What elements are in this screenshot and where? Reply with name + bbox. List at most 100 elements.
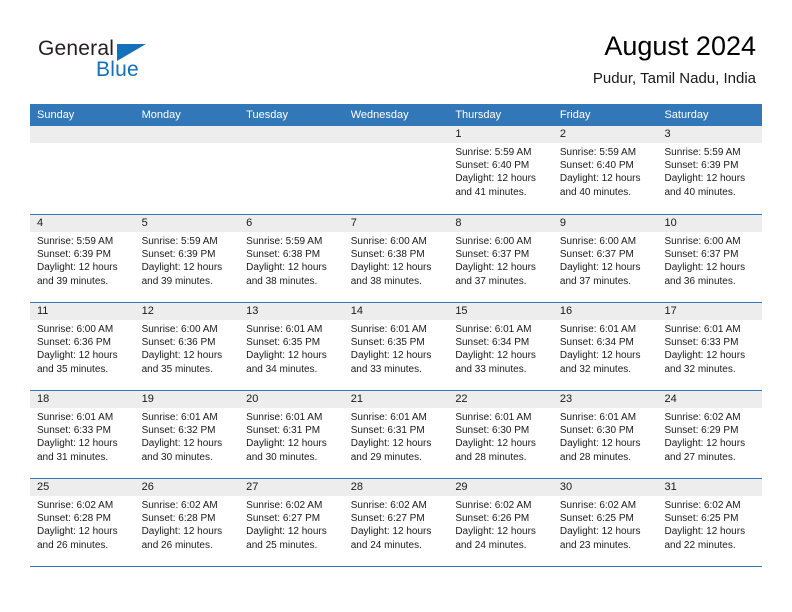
day-number: 22 [448,391,553,408]
day-sun-info: Sunrise: 6:02 AM Sunset: 6:28 PM Daylight:… [135,496,240,552]
sunset-text: Sunset: 6:32 PM [141,425,216,437]
calendar-day-cell[interactable]: 26 Sunrise: 6:02 AM Sunset: 6:28 PM Dayligh… [134,479,240,566]
daylight-text-line1: Daylight: 12 hours [664,262,746,274]
calendar-day-cell[interactable]: 24 Sunrise: 6:02 AM Sunset: 6:29 PM Dayligh… [657,391,763,478]
calendar-day-cell[interactable]: 1 Sunrise: 5:59 AM Sunset: 6:40 PM Daylight… [448,126,553,214]
calendar-day-cell[interactable]: 22 Sunrise: 6:01 AM Sunset: 6:30 PM Dayligh… [448,391,553,478]
daylight-text-line1: Daylight: 12 hours [246,526,327,538]
daylight-text-line1: Daylight: 12 hours [246,262,327,274]
day-sun-info: Sunrise: 6:01 AM Sunset: 6:31 PM Daylight:… [344,408,449,464]
weekday-sunday: Sunday [37,109,75,121]
sunset-text: Sunset: 6:26 PM [455,513,530,525]
sunset-text: Sunset: 6:30 PM [559,425,634,437]
day-sun-info: Sunrise: 6:01 AM Sunset: 6:35 PM Daylight:… [239,320,344,376]
sunset-text: Sunset: 6:34 PM [455,337,530,349]
daylight-text-line1: Daylight: 12 hours [455,262,536,274]
calendar-day-cell[interactable]: 20 Sunrise: 6:01 AM Sunset: 6:31 PM Dayligh… [239,391,344,478]
calendar-day-cell[interactable]: 13 Sunrise: 6:01 AM Sunset: 6:35 PM Dayligh… [239,303,344,390]
day-number: 13 [239,303,344,320]
day-sun-info: Sunrise: 6:01 AM Sunset: 6:31 PM Daylight:… [239,408,344,464]
weekday-wednesday: Wednesday [350,109,409,121]
day-sun-info: Sunrise: 5:59 AM Sunset: 6:40 PM Daylight:… [448,143,553,199]
calendar-day-cell[interactable]: 12 Sunrise: 6:00 AM Sunset: 6:36 PM Dayligh… [134,303,240,390]
calendar-day-cell[interactable]: 29 Sunrise: 6:02 AM Sunset: 6:26 PM Dayligh… [448,479,553,566]
calendar-day-cell[interactable]: 14 Sunrise: 6:01 AM Sunset: 6:35 PM Dayligh… [343,303,449,390]
daylight-text-line2: and 26 minutes. [141,539,213,551]
daylight-text-line1: Daylight: 12 hours [664,438,746,450]
day-sun-info: Sunrise: 6:02 AM Sunset: 6:25 PM Daylight:… [553,496,658,552]
calendar-grid: Sunday Monday Tuesday Wednesday Thursday… [30,104,763,567]
calendar-day-cell[interactable]: 17 Sunrise: 6:01 AM Sunset: 6:33 PM Dayligh… [657,303,763,390]
calendar-day-cell[interactable]: 10 Sunrise: 6:00 AM Sunset: 6:37 PM Dayligh… [657,215,763,302]
sunrise-text: Sunrise: 6:01 AM [246,412,323,423]
weekday-header-row: Sunday Monday Tuesday Wednesday Thursday… [30,104,762,126]
sunset-text: Sunset: 6:39 PM [141,249,216,261]
daylight-text-line2: and 37 minutes. [559,275,632,287]
sunrise-text: Sunrise: 6:00 AM [664,236,741,247]
calendar-day-cell[interactable]: 5 Sunrise: 5:59 AM Sunset: 6:39 PM Daylight… [134,215,240,302]
sunrise-text: Sunrise: 6:02 AM [559,500,637,511]
day-number: 27 [239,479,344,496]
sunrise-text: Sunrise: 6:00 AM [350,236,427,247]
calendar-day-cell[interactable]: 23 Sunrise: 6:01 AM Sunset: 6:30 PM Dayligh… [552,391,658,478]
day-number: 21 [343,391,449,408]
calendar-day-cell[interactable]: 30 Sunrise: 6:02 AM Sunset: 6:25 PM Dayligh… [552,479,658,566]
day-number: 14 [343,303,449,320]
sunset-text: Sunset: 6:28 PM [37,513,111,525]
calendar-page: General Blue August 2024 Pudur, Tamil Na… [0,0,792,612]
sunrise-text: Sunrise: 6:01 AM [559,412,637,423]
day-sun-info: Sunrise: 6:01 AM Sunset: 6:30 PM Daylight:… [448,408,553,464]
daylight-text-line2: and 33 minutes. [455,363,527,375]
calendar-day-cell[interactable]: 7 Sunrise: 6:00 AM Sunset: 6:38 PM Daylight… [343,215,449,302]
calendar-day-cell[interactable]: 6 Sunrise: 5:59 AM Sunset: 6:38 PM Daylight… [239,215,344,302]
day-sun-info: Sunrise: 6:02 AM Sunset: 6:29 PM Daylight:… [657,408,762,464]
sunset-text: Sunset: 6:39 PM [37,249,111,261]
calendar-day-cell[interactable]: 9 Sunrise: 6:00 AM Sunset: 6:37 PM Daylight… [552,215,658,302]
day-number: 4 [30,215,135,232]
day-sun-info: Sunrise: 6:02 AM Sunset: 6:28 PM Daylight:… [30,496,135,552]
sunset-text: Sunset: 6:40 PM [455,160,530,172]
page-title: August 2024 [604,31,756,61]
day-sun-info: Sunrise: 5:59 AM Sunset: 6:38 PM Daylight:… [239,232,344,288]
sunset-text: Sunset: 6:38 PM [246,249,321,261]
daylight-text-line1: Daylight: 12 hours [350,262,432,274]
calendar-day-cell[interactable]: 31 Sunrise: 6:02 AM Sunset: 6:25 PM Dayligh… [657,479,763,566]
calendar-week-row: 11 Sunrise: 6:00 AM Sunset: 6:36 PM Dayligh… [30,302,763,390]
general-blue-logo[interactable]: General Blue [38,36,168,88]
sunset-text: Sunset: 6:37 PM [559,249,634,261]
day-sun-info: Sunrise: 6:00 AM Sunset: 6:37 PM Daylight:… [553,232,658,288]
sunrise-text: Sunrise: 5:59 AM [37,236,114,247]
calendar-week-row: 1 Sunrise: 5:59 AM Sunset: 6:40 PM Daylight… [30,126,763,214]
daylight-text-line2: and 34 minutes. [246,363,318,375]
calendar-day-cell[interactable]: 28 Sunrise: 6:02 AM Sunset: 6:27 PM Dayligh… [343,479,449,566]
calendar-day-cell[interactable]: 8 Sunrise: 6:00 AM Sunset: 6:37 PM Daylight… [448,215,553,302]
calendar-day-cell[interactable]: 21 Sunrise: 6:01 AM Sunset: 6:31 PM Dayligh… [343,391,449,478]
daylight-text-line1: Daylight: 12 hours [141,438,223,450]
sunrise-text: Sunrise: 6:02 AM [37,500,114,511]
day-number: 15 [448,303,553,320]
calendar-day-cell[interactable]: 11 Sunrise: 6:00 AM Sunset: 6:36 PM Dayligh… [30,303,135,390]
sunrise-text: Sunrise: 5:59 AM [141,236,218,247]
calendar-day-cell[interactable]: 15 Sunrise: 6:01 AM Sunset: 6:34 PM Dayligh… [448,303,553,390]
calendar-day-cell[interactable]: 4 Sunrise: 5:59 AM Sunset: 6:39 PM Daylight… [30,215,135,302]
calendar-day-cell[interactable]: 27 Sunrise: 6:02 AM Sunset: 6:27 PM Dayligh… [239,479,344,566]
weekday-monday: Monday [141,109,181,121]
day-sun-info: Sunrise: 6:00 AM Sunset: 6:38 PM Daylight:… [344,232,449,288]
sunset-text: Sunset: 6:37 PM [455,249,530,261]
calendar-day-cell[interactable]: 19 Sunrise: 6:01 AM Sunset: 6:32 PM Dayligh… [134,391,240,478]
sunset-text: Sunset: 6:28 PM [141,513,216,525]
daylight-text-line1: Daylight: 12 hours [246,438,327,450]
day-number: 29 [448,479,553,496]
day-sun-info: Sunrise: 6:01 AM Sunset: 6:33 PM Daylight:… [30,408,135,464]
calendar-day-cell[interactable]: 2 Sunrise: 5:59 AM Sunset: 6:40 PM Daylight… [552,126,658,214]
calendar-day-cell[interactable]: 25 Sunrise: 6:02 AM Sunset: 6:28 PM Dayligh… [30,479,135,566]
calendar-day-cell[interactable]: 18 Sunrise: 6:01 AM Sunset: 6:33 PM Dayligh… [30,391,135,478]
day-number: 7 [343,215,449,232]
day-number: 11 [30,303,135,320]
calendar-day-cell[interactable]: 3 Sunrise: 5:59 AM Sunset: 6:39 PM Daylight… [657,126,763,214]
day-sun-info: Sunrise: 6:01 AM Sunset: 6:34 PM Daylight:… [448,320,553,376]
calendar-day-cell[interactable]: 16 Sunrise: 6:01 AM Sunset: 6:34 PM Dayligh… [552,303,658,390]
sunrise-text: Sunrise: 6:02 AM [664,500,741,511]
sunset-text: Sunset: 6:36 PM [37,337,111,349]
day-number: 9 [552,215,658,232]
